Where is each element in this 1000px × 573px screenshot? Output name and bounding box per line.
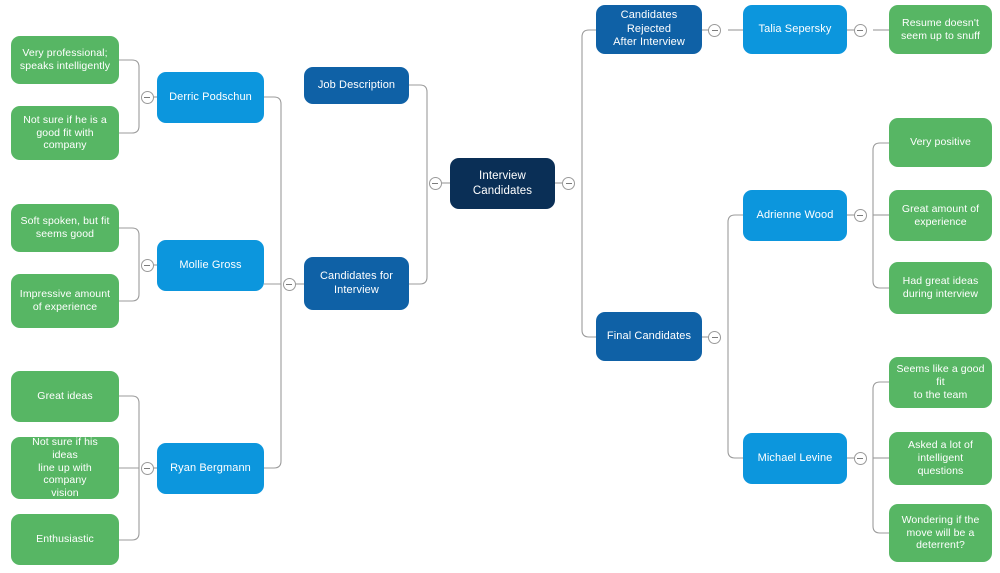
collapse-toggle-adrienne-wood[interactable] bbox=[853, 208, 867, 222]
collapse-toggle-candidates-rejected[interactable] bbox=[708, 23, 721, 37]
node-label: Great ideas bbox=[37, 390, 93, 403]
node-label: Impressive amount of experience bbox=[19, 288, 111, 313]
node-michael-levine[interactable]: Michael Levine bbox=[743, 433, 847, 484]
node-talia-sepersky[interactable]: Talia Sepersky bbox=[743, 5, 847, 54]
collapse-toggle-ryan-bergmann[interactable] bbox=[140, 461, 154, 475]
node-label: Not sure if he is a good fit with compan… bbox=[23, 113, 107, 152]
node-label: Seems like a good fit to the team bbox=[896, 363, 985, 401]
collapse-toggle-talia-sepersky[interactable] bbox=[853, 23, 867, 37]
node-label: Job Description bbox=[317, 78, 396, 91]
node-label: Talia Sepersky bbox=[758, 22, 832, 35]
collapse-toggle-root-left[interactable] bbox=[428, 176, 442, 190]
node-adrienne-note-3[interactable]: Had great ideas during interview bbox=[889, 262, 992, 314]
node-label: Ryan Bergmann bbox=[170, 461, 251, 474]
node-mollie-note-1[interactable]: Soft spoken, but fit seems good bbox=[11, 204, 119, 252]
node-label: Candidates Rejected After Interview bbox=[613, 9, 685, 49]
mind-map-canvas[interactable]: Interview Candidates Job Description Can… bbox=[0, 0, 1000, 573]
node-ryan-note-3[interactable]: Enthusiastic bbox=[11, 514, 119, 565]
node-label: Interview Candidates bbox=[472, 170, 533, 197]
edge-adrienne-to-note3 bbox=[872, 215, 889, 289]
edge-adrienne-to-note1 bbox=[872, 142, 889, 215]
edge-michael-to-note3 bbox=[872, 458, 889, 534]
node-final-candidates[interactable]: Final Candidates bbox=[596, 312, 702, 361]
node-label: Enthusiastic bbox=[36, 533, 94, 546]
edge-root-to-job-description bbox=[409, 84, 428, 183]
edge-mollie-to-note2 bbox=[119, 265, 140, 302]
node-label: Soft spoken, but fit seems good bbox=[20, 215, 110, 240]
node-label: Resume doesn't seem up to snuff bbox=[900, 16, 981, 42]
collapse-toggle-candidates-for-interview[interactable] bbox=[282, 277, 296, 291]
edge-final-to-adrienne bbox=[727, 214, 743, 337]
edge-root-to-candidates-for-interview bbox=[409, 183, 428, 285]
node-ryan-note-2[interactable]: Not sure if his ideas line up with compa… bbox=[11, 437, 119, 499]
collapse-toggle-root-right[interactable] bbox=[562, 176, 575, 190]
node-label: Very positive bbox=[910, 136, 971, 149]
node-derric-note-1[interactable]: Very professional; speaks intelligently bbox=[11, 36, 119, 84]
edge-cfi-to-derric bbox=[264, 96, 282, 284]
node-label: Adrienne Wood bbox=[756, 208, 834, 221]
node-label: Asked a lot of intelligent questions bbox=[907, 439, 974, 477]
edge-root-to-final-candidates bbox=[581, 183, 596, 338]
node-label: Final Candidates bbox=[606, 329, 692, 342]
node-michael-note-1[interactable]: Seems like a good fit to the team bbox=[889, 357, 992, 408]
edge-michael-to-note1 bbox=[872, 381, 889, 458]
edge-ryan-to-note3 bbox=[119, 468, 140, 541]
edge-root-to-candidates-rejected bbox=[581, 29, 596, 183]
node-michael-note-2[interactable]: Asked a lot of intelligent questions bbox=[889, 432, 992, 485]
collapse-toggle-michael-levine[interactable] bbox=[853, 451, 867, 465]
edge-derric-to-note1 bbox=[119, 59, 140, 97]
edge-mollie-to-note1 bbox=[119, 227, 140, 265]
collapse-toggle-derric-podschun[interactable] bbox=[140, 90, 154, 104]
collapse-toggle-final-candidates[interactable] bbox=[708, 330, 721, 344]
node-adrienne-note-2[interactable]: Great amount of experience bbox=[889, 190, 992, 241]
node-interview-candidates[interactable]: Interview Candidates bbox=[450, 158, 555, 209]
node-mollie-note-2[interactable]: Impressive amount of experience bbox=[11, 274, 119, 328]
collapse-toggle-mollie-gross[interactable] bbox=[140, 258, 154, 272]
node-derric-note-2[interactable]: Not sure if he is a good fit with compan… bbox=[11, 106, 119, 160]
connector-layer bbox=[119, 29, 889, 541]
node-label: Derric Podschun bbox=[169, 90, 252, 103]
node-michael-note-3[interactable]: Wondering if the move will be a deterren… bbox=[889, 504, 992, 562]
node-label: Wondering if the move will be a deterren… bbox=[901, 513, 980, 552]
node-mollie-gross[interactable]: Mollie Gross bbox=[157, 240, 264, 291]
node-label: Great amount of experience bbox=[901, 202, 980, 228]
node-label: Michael Levine bbox=[757, 451, 833, 464]
edge-derric-to-note2 bbox=[119, 97, 140, 134]
node-label: Very professional; speaks intelligently bbox=[19, 47, 111, 72]
node-job-description[interactable]: Job Description bbox=[304, 67, 409, 104]
node-adrienne-wood[interactable]: Adrienne Wood bbox=[743, 190, 847, 241]
node-ryan-note-1[interactable]: Great ideas bbox=[11, 371, 119, 422]
node-talia-note-1[interactable]: Resume doesn't seem up to snuff bbox=[889, 5, 992, 54]
node-adrienne-note-1[interactable]: Very positive bbox=[889, 118, 992, 167]
edge-cfi-to-ryan bbox=[264, 284, 282, 469]
node-label: Not sure if his ideas line up with compa… bbox=[32, 437, 98, 499]
node-label: Candidates for Interview bbox=[320, 270, 393, 296]
node-candidates-for-interview[interactable]: Candidates for Interview bbox=[304, 257, 409, 310]
node-candidates-rejected-after-interview[interactable]: Candidates Rejected After Interview bbox=[596, 5, 702, 54]
node-label: Mollie Gross bbox=[179, 258, 242, 271]
edge-ryan-to-note1 bbox=[119, 395, 140, 468]
node-label: Had great ideas during interview bbox=[902, 275, 979, 300]
node-derric-podschun[interactable]: Derric Podschun bbox=[157, 72, 264, 123]
node-ryan-bergmann[interactable]: Ryan Bergmann bbox=[157, 443, 264, 494]
edge-final-to-michael bbox=[727, 337, 743, 459]
